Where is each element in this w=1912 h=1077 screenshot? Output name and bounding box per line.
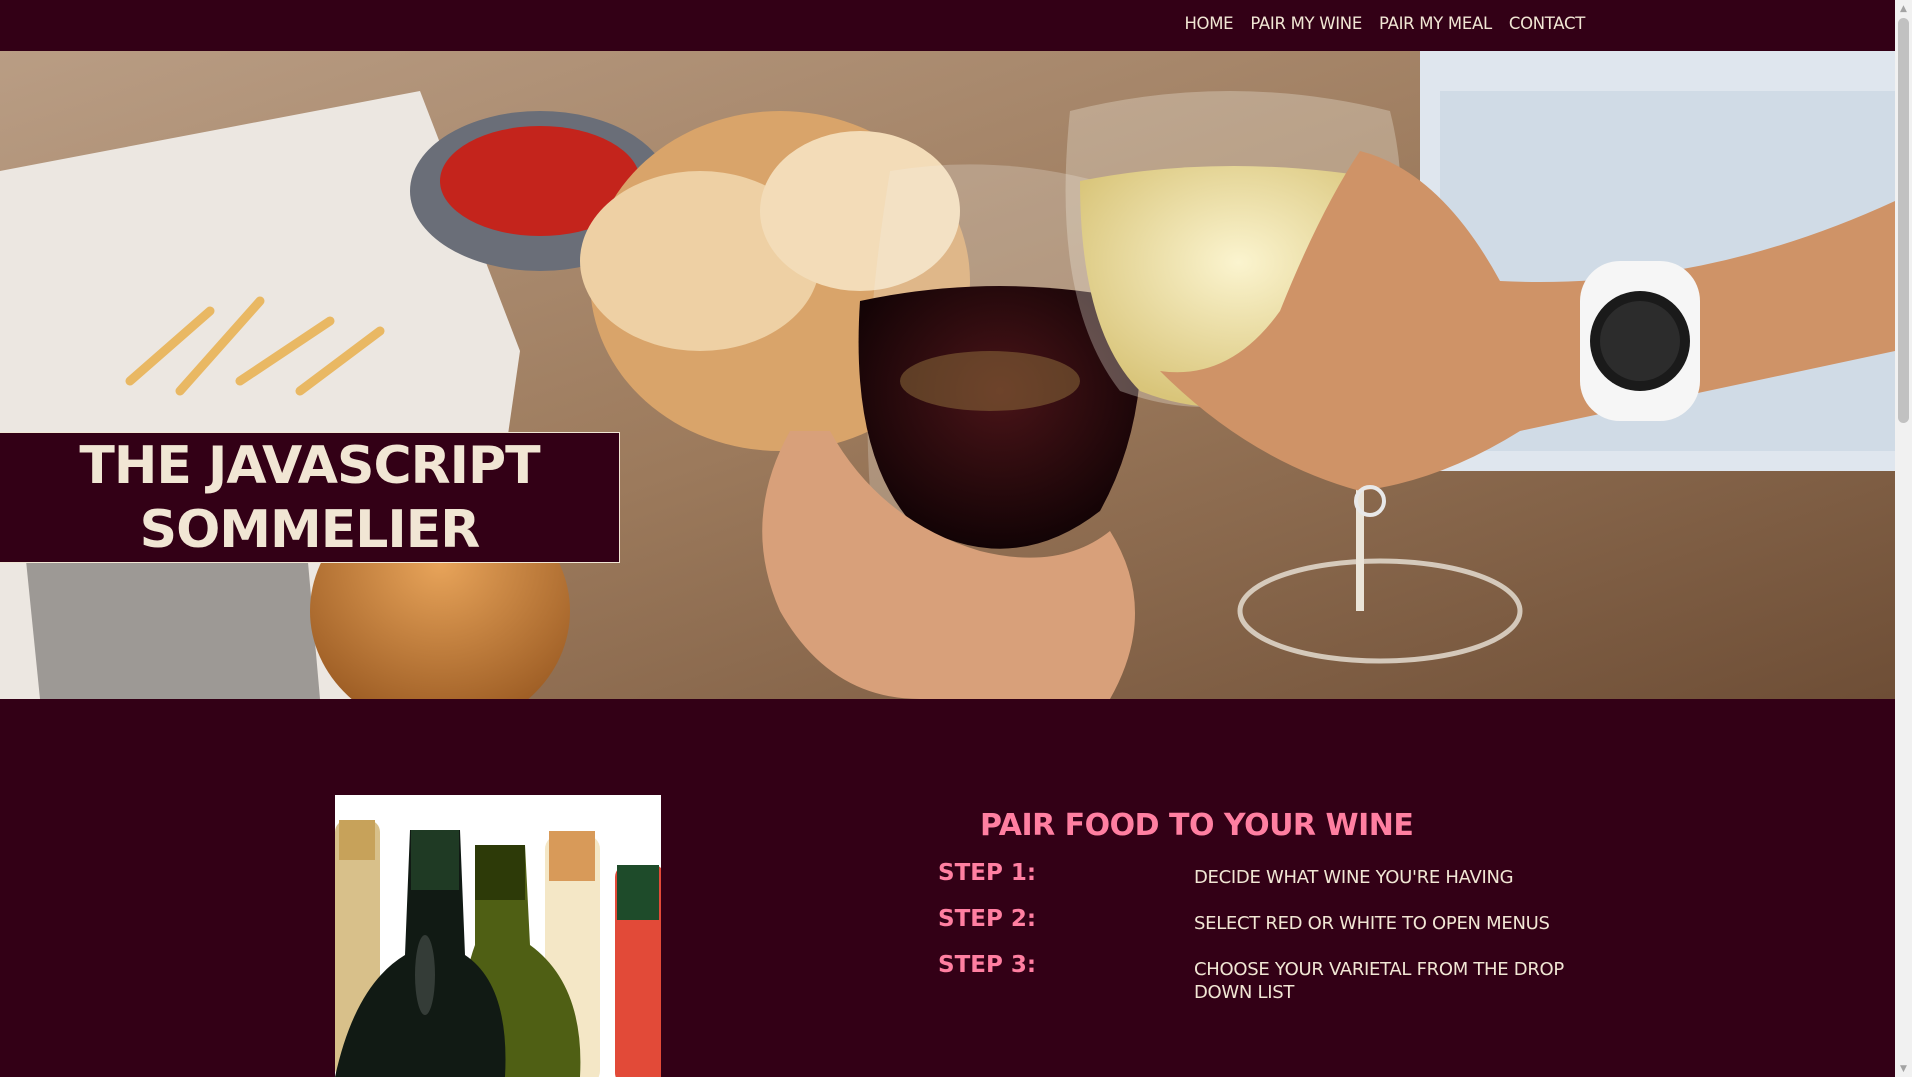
- step-2-label: STEP 2:: [938, 906, 1037, 932]
- wine-bottles-image: [335, 795, 661, 1077]
- top-navbar: HOME PAIR MY WINE PAIR MY MEAL CONTACT: [0, 0, 1895, 51]
- step-1-label: STEP 1:: [938, 860, 1037, 886]
- hero-banner: THE JAVASCRIPT SOMMELIER: [0, 51, 1895, 699]
- pair-food-heading: PAIR FOOD TO YOUR WINE: [980, 808, 1414, 843]
- site-title-line1: THE JAVASCRIPT: [79, 435, 540, 496]
- site-title: THE JAVASCRIPT SOMMELIER: [79, 434, 540, 562]
- step-3-text: CHOOSE YOUR VARIETAL FROM THE DROP DOWN …: [1194, 959, 1564, 1003]
- nav-home-link[interactable]: HOME: [1184, 14, 1233, 33]
- site-title-box: THE JAVASCRIPT SOMMELIER: [0, 432, 620, 563]
- nav-pair-my-wine-link[interactable]: PAIR MY WINE: [1250, 14, 1362, 33]
- hero-photo-wine-toast: [0, 51, 1895, 699]
- site-title-line2: SOMMELIER: [139, 499, 481, 560]
- scroll-thumb[interactable]: [1898, 18, 1909, 423]
- step-3-label: STEP 3:: [938, 952, 1037, 978]
- scroll-down-icon[interactable]: ▼: [1895, 1060, 1912, 1077]
- step-1-text: DECIDE WHAT WINE YOU'RE HAVING: [1194, 867, 1514, 888]
- step-2-text: SELECT RED OR WHITE TO OPEN MENUS: [1194, 913, 1550, 934]
- nav-contact-link[interactable]: CONTACT: [1509, 14, 1585, 33]
- scroll-up-icon[interactable]: ▲: [1895, 0, 1912, 17]
- nav-pair-my-meal-link[interactable]: PAIR MY MEAL: [1379, 14, 1492, 33]
- page-scrollbar[interactable]: ▲ ▼: [1895, 0, 1912, 1077]
- nav-links: HOME PAIR MY WINE PAIR MY MEAL CONTACT: [1184, 14, 1585, 33]
